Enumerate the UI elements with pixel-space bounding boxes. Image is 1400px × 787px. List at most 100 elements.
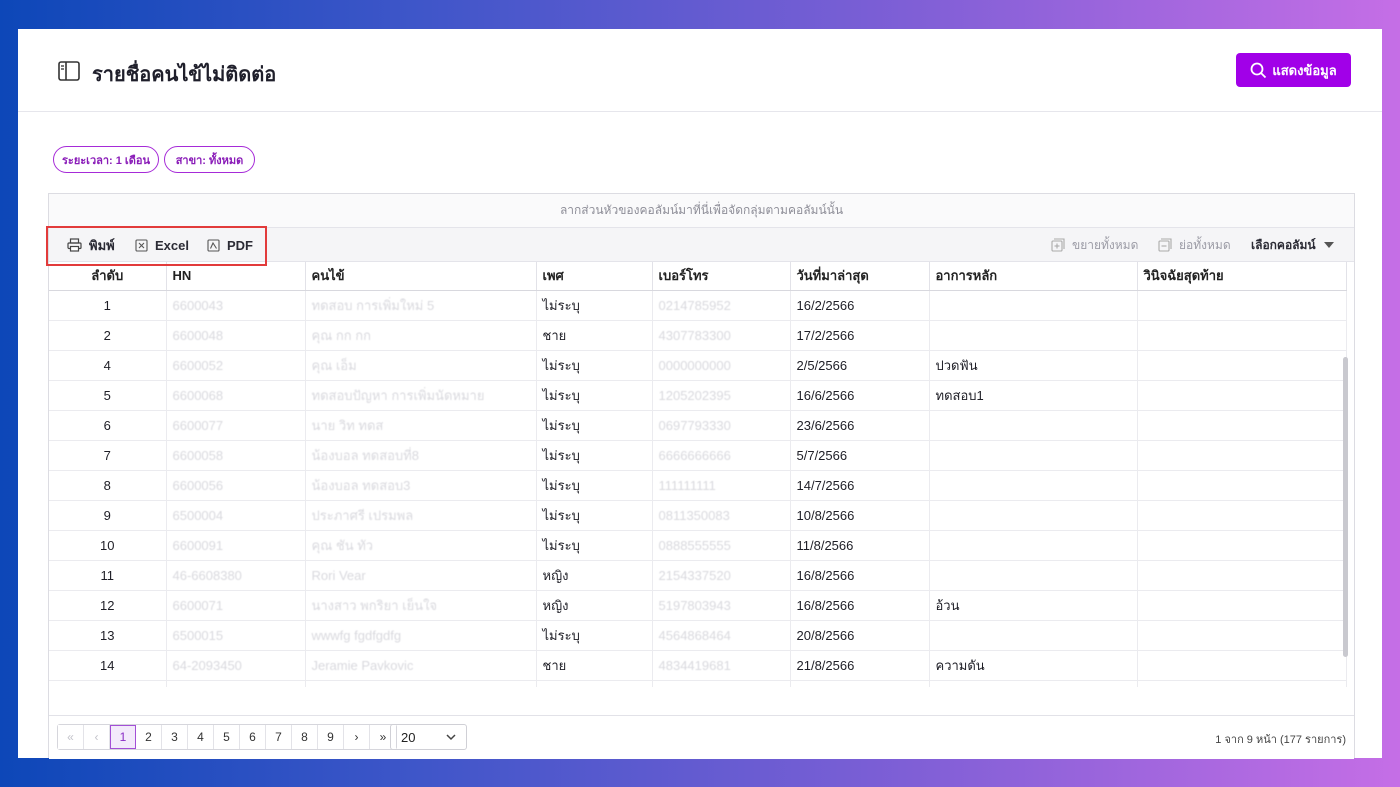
table-cell [929, 620, 1138, 651]
print-button[interactable]: พิมพ์ [67, 228, 115, 262]
page-button[interactable]: 5 [214, 725, 240, 749]
grid-toolbar: พิมพ์ Excel PDF ขยายทั้งหมด ย่อทั้งหมด เ… [49, 228, 1354, 262]
table-cell [929, 320, 1138, 351]
table-cell: ไม่ระบุ [536, 380, 653, 411]
patient-grid: ลากส่วนหัวของคอลัมน์มาที่นี่เพื่อจัดกลุ่… [48, 193, 1355, 759]
table-row[interactable]: 2 6600048 คุณ กก กก ชาย 4307783300 17/2/2566 [49, 320, 1347, 351]
table-row[interactable]: 11 46-6608380 Rori Vear หญิง 2154337520 16/8/… [49, 560, 1347, 591]
table-cell: 6666666666 [652, 440, 791, 471]
table-cell [929, 410, 1138, 441]
show-data-button[interactable]: แสดงข้อมูล [1236, 53, 1351, 87]
table-row[interactable]: 9 6500004 ประภาศรี เปรมพล ไม่ระบุ 0811350083… [49, 500, 1347, 531]
column-header[interactable]: ลำดับ [49, 262, 167, 291]
table-cell: ไม่ระบุ [536, 440, 653, 471]
table-cell: 16/8/2566 [790, 560, 930, 591]
table-cell: 5/7/2566 [790, 440, 930, 471]
table-cell [929, 680, 1138, 687]
group-panel[interactable]: ลากส่วนหัวของคอลัมน์มาที่นี่เพื่อจัดกลุ่… [49, 194, 1354, 228]
table-cell [1137, 410, 1347, 441]
table-cell: น้องบอล ทดสอบ3 [305, 470, 537, 501]
page-size-value: 20 [401, 729, 416, 745]
table-cell: 2154337520 [652, 560, 791, 591]
pdf-button[interactable]: PDF [207, 228, 253, 262]
column-header[interactable]: วันที่มาล่าสุด [790, 262, 930, 291]
table-cell [1137, 470, 1347, 501]
table-row[interactable]: 14 64-2093450 Jeramie Pavkovic ชาย 483441968… [49, 650, 1347, 681]
table-cell [1137, 350, 1347, 381]
first-page-button[interactable]: « [58, 725, 84, 749]
table-cell: 5 [49, 380, 167, 411]
table-body: 1 6600043 ทดสอบ การเพิ่มใหม่ 5 ไม่ระบุ 02147… [49, 290, 1347, 687]
table-cell: 6500004 [166, 500, 306, 531]
column-header[interactable]: เพศ [536, 262, 653, 291]
pdf-file-icon [207, 238, 220, 252]
print-label: พิมพ์ [89, 237, 115, 253]
table-cell: 6600056 [166, 470, 306, 501]
table-cell: 10 [49, 530, 167, 561]
collapse-all-button[interactable]: ย่อทั้งหมด [1158, 228, 1231, 262]
table-cell [1137, 590, 1347, 621]
table-row[interactable]: 5 6600068 ทดสอบปัญหา การเพิ่มนัดหมาย ไม่ระบ… [49, 380, 1347, 411]
page-button[interactable]: 9 [318, 725, 344, 749]
table-cell: 23/6/2566 [790, 410, 930, 441]
table-cell: 7 [49, 440, 167, 471]
excel-label: Excel [155, 237, 189, 253]
column-header[interactable]: HN [166, 262, 306, 291]
filter-period-chip[interactable]: ระยะเวลา: 1 เดือน [53, 146, 159, 173]
page-size-select[interactable]: 20 [390, 724, 467, 750]
column-header[interactable]: คนไข้ [305, 262, 537, 291]
table-cell: 4 [49, 350, 167, 381]
table-row[interactable]: 8 6600056 น้องบอล ทดสอบ3 ไม่ระบุ 111111111 14… [49, 470, 1347, 501]
page-button[interactable]: 8 [292, 725, 318, 749]
table-cell: 6600048 [166, 320, 306, 351]
table-cell [1137, 680, 1347, 687]
page-button[interactable]: 4 [188, 725, 214, 749]
page-button[interactable]: 7 [266, 725, 292, 749]
table-row[interactable]: 13 6500015 wwwfg fgdfgdfg ไม่ระบุ 4564868464… [49, 620, 1347, 651]
page-button[interactable]: 6 [240, 725, 266, 749]
collapse-all-label: ย่อทั้งหมด [1179, 237, 1231, 252]
table-cell [1137, 560, 1347, 591]
prev-page-button[interactable]: ‹ [84, 725, 110, 749]
column-header[interactable]: อาการหลัก [929, 262, 1138, 291]
table-cell [929, 470, 1138, 501]
table-cell: 12 [49, 590, 167, 621]
patient-table: ลำดับ HN คนไข้ เพศ เบอร์โทร วันที่มาล่าสุด อาก… [49, 262, 1347, 687]
table-cell: 6600043 [166, 290, 306, 321]
filter-branch-chip[interactable]: สาขา: ทั้งหมด [164, 146, 255, 173]
pdf-label: PDF [227, 237, 253, 253]
table-cell: 16/6/2566 [790, 380, 930, 411]
column-header[interactable]: วินิจฉัยสุดท้าย [1137, 262, 1347, 291]
pagination-info: 1 จาก 9 หน้า (177 รายการ) [1215, 734, 1346, 746]
table-cell: 21/8/2566 [790, 650, 930, 681]
table-row[interactable]: 12 6600071 นางสาว พกริยา เย็นใจ หญิง 5197803… [49, 590, 1347, 621]
grid-body[interactable]: ลำดับ HN คนไข้ เพศ เบอร์โทร วันที่มาล่าสุด อาก… [49, 262, 1354, 687]
page-button[interactable]: 3 [162, 725, 188, 749]
excel-file-icon [135, 238, 148, 252]
table-row[interactable]: 4 6600052 คุณ เอ็ม ไม่ระบุ 0000000000 2/5/256… [49, 350, 1347, 381]
page-button[interactable]: 2 [136, 725, 162, 749]
table-cell [1137, 320, 1347, 351]
table-row[interactable]: 6 6600077 นาย วิท ทดส ไม่ระบุ 0697793330 23/6… [49, 410, 1347, 441]
table-cell: นางสาว พกริยา เย็นใจ [305, 590, 537, 621]
table-cell: ไม่ระบุ [536, 290, 653, 321]
table-row[interactable]: 10 6600091 คุณ ชัน ทัว ไม่ระบุ 0888555555 11/… [49, 530, 1347, 561]
table-cell: หญิง [536, 560, 653, 591]
table-cell [1137, 620, 1347, 651]
expand-all-button[interactable]: ขยายทั้งหมด [1051, 228, 1138, 262]
table-cell [1137, 380, 1347, 411]
choose-columns-button[interactable]: เลือกคอลัมน์ [1251, 228, 1335, 262]
table-row[interactable]: 7 6600058 น้องบอล ทดสอบที่8 ไม่ระบุ 66666666… [49, 440, 1347, 471]
column-header[interactable]: เบอร์โทร [652, 262, 791, 291]
side-panel-icon[interactable] [58, 61, 80, 81]
table-cell [929, 440, 1138, 471]
table-cell: Jeramie Pavkovic [305, 650, 537, 681]
table-row[interactable]: 1 6600043 ทดสอบ การเพิ่มใหม่ 5 ไม่ระบุ 02147… [49, 290, 1347, 321]
page-button[interactable]: 1 [110, 725, 136, 749]
next-page-button[interactable]: › [344, 725, 370, 749]
table-cell: 14/7/2566 [790, 470, 930, 501]
excel-button[interactable]: Excel [135, 228, 189, 262]
table-cell: ไม่ระบุ [536, 680, 653, 687]
vertical-scrollbar[interactable] [1343, 357, 1348, 657]
table-row[interactable]: 156600051ท่าน น้องบอลเอง bot ตะไปไม่ระบุ… [49, 680, 1347, 687]
